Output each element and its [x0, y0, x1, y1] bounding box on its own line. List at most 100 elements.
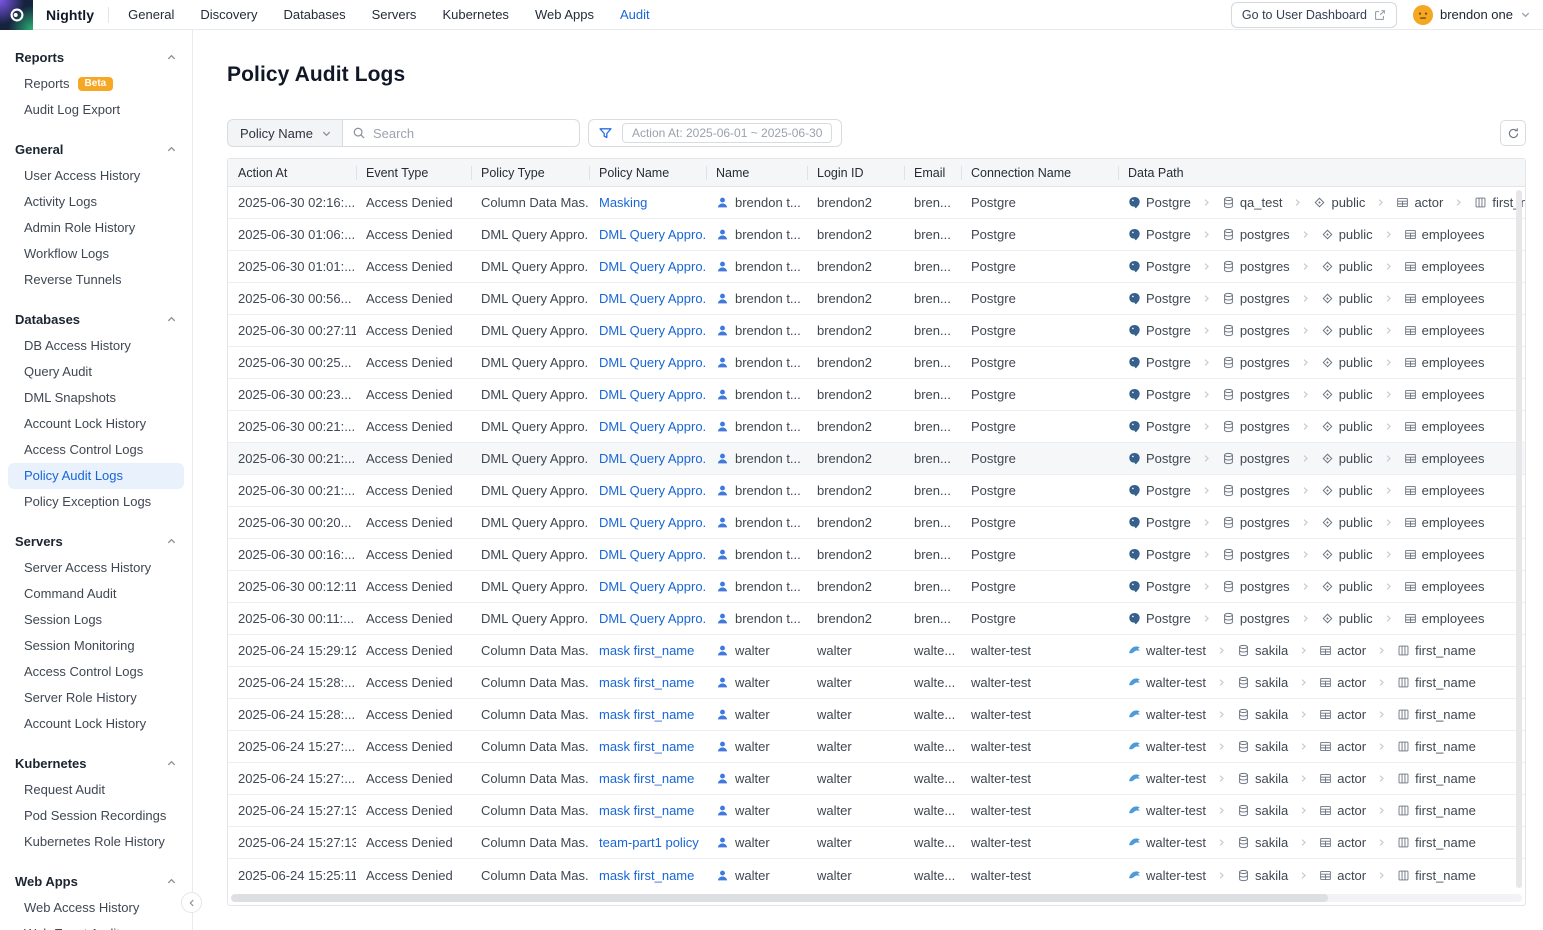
table-row[interactable]: 2025-06-24 15:27:13Access DeniedColumn D…: [228, 827, 1525, 859]
sidebar-item-pod-session-recordings[interactable]: Pod Session Recordings: [8, 803, 184, 829]
policy-name-link[interactable]: mask first_name: [599, 707, 694, 722]
nav-item-discovery[interactable]: Discovery: [187, 0, 270, 30]
policy-name-link[interactable]: mask first_name: [599, 771, 694, 786]
sidebar-section-header-general[interactable]: General: [0, 136, 192, 163]
nav-item-databases[interactable]: Databases: [270, 0, 358, 30]
table-row[interactable]: 2025-06-24 15:27:13Access DeniedColumn D…: [228, 795, 1525, 827]
table-row[interactable]: 2025-06-30 02:16:...Access DeniedColumn …: [228, 187, 1525, 219]
table-row[interactable]: 2025-06-30 00:21:...Access DeniedDML Que…: [228, 411, 1525, 443]
table-row[interactable]: 2025-06-30 00:56...Access DeniedDML Quer…: [228, 283, 1525, 315]
sidebar-item-workflow-logs[interactable]: Workflow Logs: [8, 241, 184, 267]
table-row[interactable]: 2025-06-24 15:27:...Access DeniedColumn …: [228, 731, 1525, 763]
nav-item-audit[interactable]: Audit: [607, 0, 663, 30]
table-row[interactable]: 2025-06-30 00:16:...Access DeniedDML Que…: [228, 539, 1525, 571]
table-row[interactable]: 2025-06-30 00:25...Access DeniedDML Quer…: [228, 347, 1525, 379]
policy-name-link[interactable]: DML Query Appro...: [599, 547, 706, 562]
nav-item-web-apps[interactable]: Web Apps: [522, 0, 607, 30]
sidebar-item-reports[interactable]: ReportsBeta: [8, 71, 184, 97]
policy-name-link[interactable]: DML Query Appro...: [599, 419, 706, 434]
sidebar-collapse-button[interactable]: [181, 892, 202, 913]
policy-name-link[interactable]: mask first_name: [599, 739, 694, 754]
policy-name-link[interactable]: DML Query Appro...: [599, 515, 706, 530]
table-row[interactable]: 2025-06-30 00:27:11Access DeniedDML Quer…: [228, 315, 1525, 347]
policy-name-link[interactable]: mask first_name: [599, 675, 694, 690]
table-row[interactable]: 2025-06-30 00:21:...Access DeniedDML Que…: [228, 443, 1525, 475]
policy-name-link[interactable]: Masking: [599, 195, 647, 210]
policy-name-link[interactable]: DML Query Appro...: [599, 323, 706, 338]
user-menu[interactable]: brendon one: [1413, 5, 1531, 25]
chevron-right-icon: [1202, 582, 1211, 591]
chevron-up-icon: [166, 536, 177, 547]
sidebar-item-session-logs[interactable]: Session Logs: [8, 607, 184, 633]
schema-icon: [1321, 484, 1334, 497]
policy-name-link[interactable]: DML Query Appro...: [599, 579, 706, 594]
nav-item-kubernetes[interactable]: Kubernetes: [429, 0, 522, 30]
sidebar-item-policy-audit-logs[interactable]: Policy Audit Logs: [8, 463, 184, 489]
nav-item-servers[interactable]: Servers: [359, 0, 430, 30]
vertical-scrollbar-thumb[interactable]: [1516, 190, 1522, 888]
policy-name-link[interactable]: mask first_name: [599, 803, 694, 818]
sidebar-item-web-event-audit[interactable]: Web Event Audit: [8, 921, 184, 930]
sidebar-item-server-role-history[interactable]: Server Role History: [8, 685, 184, 711]
table-row[interactable]: 2025-06-24 15:28:...Access DeniedColumn …: [228, 699, 1525, 731]
policy-name-link[interactable]: DML Query Appro...: [599, 259, 706, 274]
app-logo[interactable]: [0, 0, 33, 30]
sidebar-section-header-databases[interactable]: Databases: [0, 306, 192, 333]
sidebar-item-db-access-history[interactable]: DB Access History: [8, 333, 184, 359]
table-row[interactable]: 2025-06-24 15:29:12Access DeniedColumn D…: [228, 635, 1525, 667]
horizontal-scrollbar-thumb[interactable]: [231, 894, 1328, 902]
table-row[interactable]: 2025-06-30 00:12:11Access DeniedDML Quer…: [228, 571, 1525, 603]
sidebar-item-account-lock-history[interactable]: Account Lock History: [8, 411, 184, 437]
refresh-button[interactable]: [1500, 120, 1526, 146]
policy-name-link[interactable]: DML Query Appro...: [599, 483, 706, 498]
sidebar-item-request-audit[interactable]: Request Audit: [8, 777, 184, 803]
search-field-selector[interactable]: Policy Name: [227, 119, 343, 147]
policy-name-link[interactable]: DML Query Appro...: [599, 387, 706, 402]
cell-data-path: Postgrepostgrespublicemployees: [1118, 323, 1525, 338]
sidebar-item-activity-logs[interactable]: Activity Logs: [8, 189, 184, 215]
sidebar-item-query-audit[interactable]: Query Audit: [8, 359, 184, 385]
sidebar-item-user-access-history[interactable]: User Access History: [8, 163, 184, 189]
sidebar-item-kubernetes-role-history[interactable]: Kubernetes Role History: [8, 829, 184, 855]
policy-name-link[interactable]: mask first_name: [599, 868, 694, 883]
sidebar-item-command-audit[interactable]: Command Audit: [8, 581, 184, 607]
table-row[interactable]: 2025-06-30 00:21:...Access DeniedDML Que…: [228, 475, 1525, 507]
sidebar-item-account-lock-history[interactable]: Account Lock History: [8, 711, 184, 737]
sidebar-item-reverse-tunnels[interactable]: Reverse Tunnels: [8, 267, 184, 293]
table-row[interactable]: 2025-06-24 15:27:...Access DeniedColumn …: [228, 763, 1525, 795]
policy-name-link[interactable]: mask first_name: [599, 643, 694, 658]
table-row[interactable]: 2025-06-30 01:06:...Access DeniedDML Que…: [228, 219, 1525, 251]
sidebar-item-access-control-logs[interactable]: Access Control Logs: [8, 659, 184, 685]
table-row[interactable]: 2025-06-30 01:01:...Access DeniedDML Que…: [228, 251, 1525, 283]
sidebar-item-server-access-history[interactable]: Server Access History: [8, 555, 184, 581]
sidebar-section-header-servers[interactable]: Servers: [0, 528, 192, 555]
policy-name-link[interactable]: DML Query Appro...: [599, 451, 706, 466]
sidebar-item-audit-log-export[interactable]: Audit Log Export: [8, 97, 184, 123]
sidebar-item-label: Account Lock History: [24, 411, 146, 437]
go-to-user-dashboard-button[interactable]: Go to User Dashboard: [1231, 2, 1397, 28]
sidebar-item-dml-snapshots[interactable]: DML Snapshots: [8, 385, 184, 411]
nav-item-general[interactable]: General: [115, 0, 187, 30]
policy-name-link[interactable]: DML Query Appro...: [599, 611, 706, 626]
table-row[interactable]: 2025-06-30 00:20...Access DeniedDML Quer…: [228, 507, 1525, 539]
table-row[interactable]: 2025-06-30 00:23...Access DeniedDML Quer…: [228, 379, 1525, 411]
policy-name-link[interactable]: team-part1 policy: [599, 835, 699, 850]
data-path-label: sakila: [1255, 675, 1288, 690]
sidebar-item-policy-exception-logs[interactable]: Policy Exception Logs: [8, 489, 184, 515]
sidebar-section-header-reports[interactable]: Reports: [0, 44, 192, 71]
table-row[interactable]: 2025-06-30 00:11:...Access DeniedDML Que…: [228, 603, 1525, 635]
table-row[interactable]: 2025-06-24 15:25:11Access DeniedColumn D…: [228, 859, 1525, 891]
search-input[interactable]: [373, 126, 570, 141]
policy-name-link[interactable]: DML Query Appro...: [599, 227, 706, 242]
sidebar-section-header-kubernetes[interactable]: Kubernetes: [0, 750, 192, 777]
date-range-filter-chip[interactable]: Action At: 2025-06-01 ~ 2025-06-30: [622, 123, 832, 143]
policy-name-link[interactable]: DML Query Appro...: [599, 291, 706, 306]
sidebar-item-session-monitoring[interactable]: Session Monitoring: [8, 633, 184, 659]
policy-name-link[interactable]: DML Query Appro...: [599, 355, 706, 370]
table-row[interactable]: 2025-06-24 15:28:...Access DeniedColumn …: [228, 667, 1525, 699]
sidebar-item-access-control-logs[interactable]: Access Control Logs: [8, 437, 184, 463]
funnel-icon[interactable]: [598, 126, 613, 141]
sidebar-item-web-access-history[interactable]: Web Access History: [8, 895, 184, 921]
sidebar-item-admin-role-history[interactable]: Admin Role History: [8, 215, 184, 241]
sidebar-section-header-web-apps[interactable]: Web Apps: [0, 868, 192, 895]
